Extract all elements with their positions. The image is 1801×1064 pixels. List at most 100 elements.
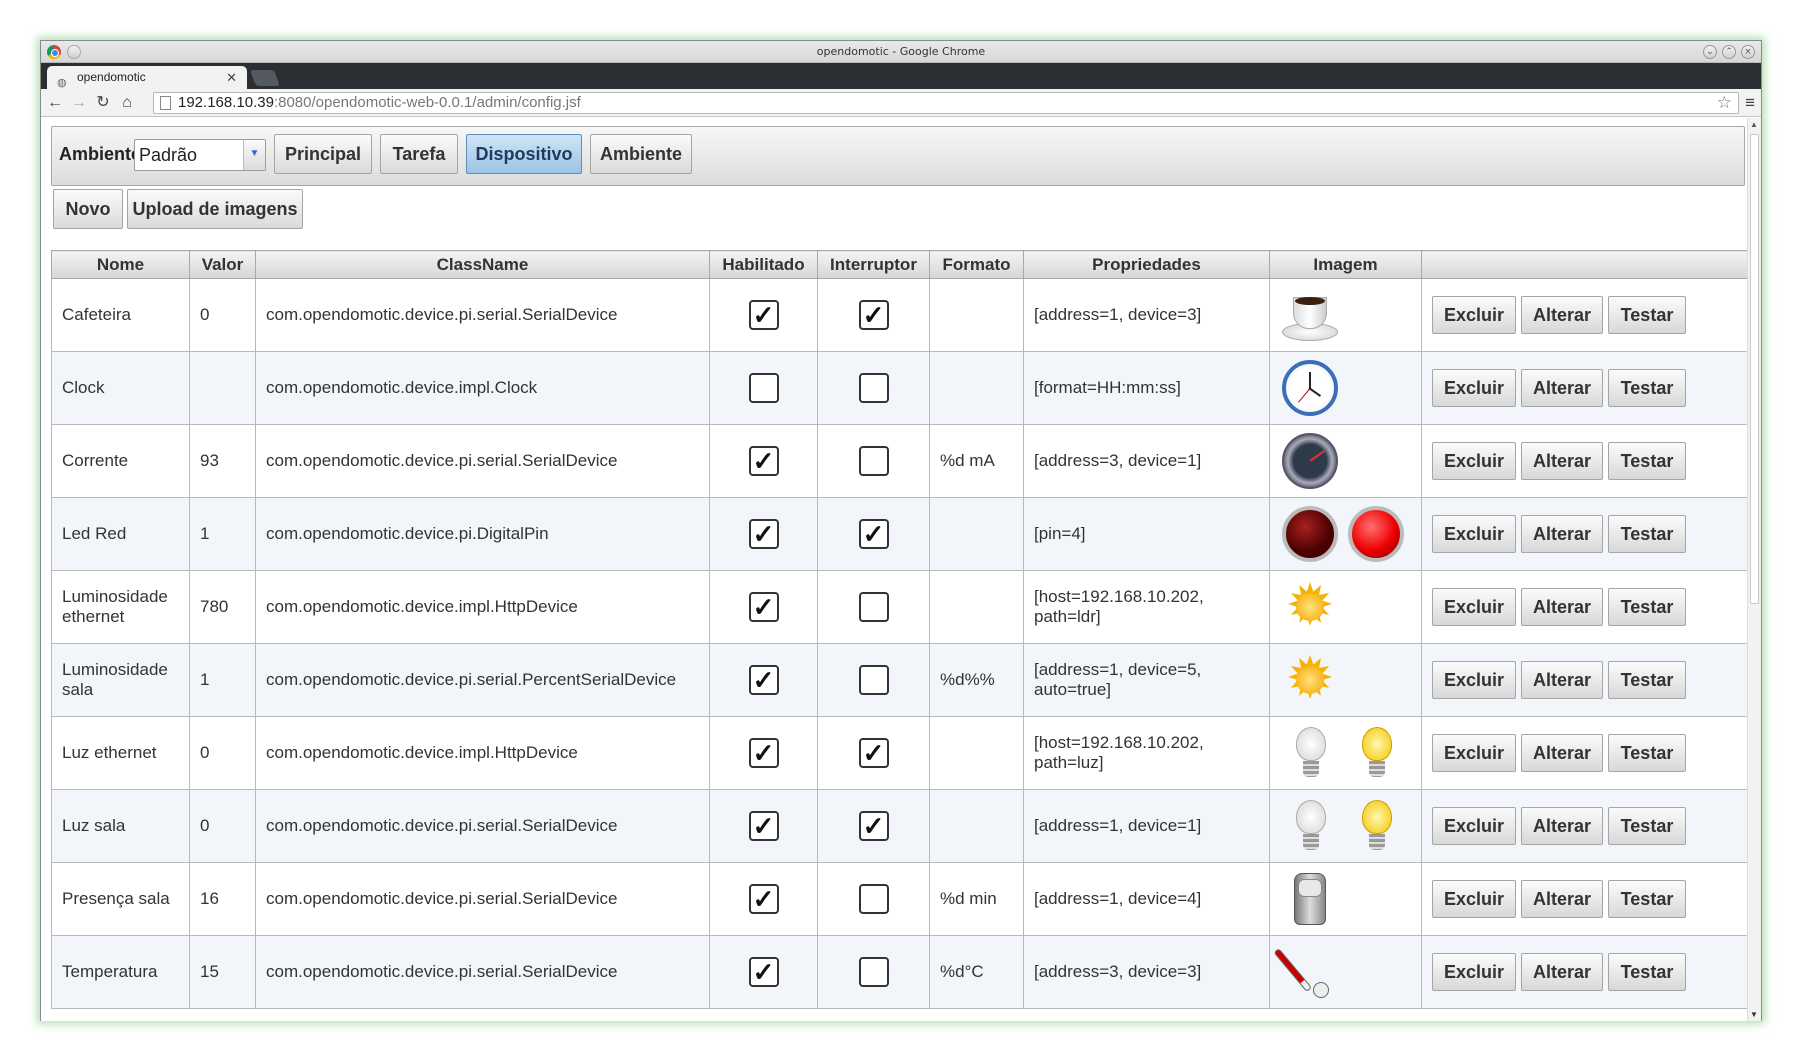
ambiente-button[interactable]: Ambiente xyxy=(590,134,692,174)
address-bar[interactable]: 192.168.10.39:8080/opendomotic-web-0.0.1… xyxy=(153,92,1739,114)
cell-actions: Excluir Alterar Testar xyxy=(1421,424,1749,498)
interruptor-checkbox[interactable]: ✓ xyxy=(858,811,889,841)
testar-button[interactable]: Testar xyxy=(1608,734,1686,772)
interruptor-checkbox[interactable]: ✓ xyxy=(858,300,889,330)
habilitado-checkbox[interactable]: ✓ xyxy=(748,592,779,622)
alterar-button[interactable]: Alterar xyxy=(1521,807,1603,845)
interruptor-checkbox[interactable]: ✓ xyxy=(858,519,889,549)
tarefa-button[interactable]: Tarefa xyxy=(380,134,458,174)
excluir-button[interactable]: Excluir xyxy=(1432,734,1516,772)
alterar-button[interactable]: Alterar xyxy=(1521,953,1603,991)
table-row[interactable]: Luminosidade sala 1 com.opendomotic.device… xyxy=(51,643,1749,717)
table-row[interactable]: Led Red 1 com.opendomotic.device.pi.Digita… xyxy=(51,497,1749,571)
table-row[interactable]: Luminosidade ethernet 780 com.opendomotic.… xyxy=(51,570,1749,644)
habilitado-checkbox[interactable]: ✓ xyxy=(748,446,779,476)
window-menu-icon[interactable] xyxy=(67,45,81,59)
interruptor-checkbox[interactable] xyxy=(858,884,889,914)
alterar-button[interactable]: Alterar xyxy=(1521,588,1603,626)
minimize-icon[interactable]: ⌄ xyxy=(1703,45,1717,59)
alterar-button[interactable]: Alterar xyxy=(1521,515,1603,553)
browser-tab[interactable]: ◍ opendomotic ✕ xyxy=(47,66,247,89)
table-row[interactable]: Luz sala 0 com.opendomotic.device.pi.seria… xyxy=(51,789,1749,863)
cell-interruptor xyxy=(817,570,930,644)
excluir-button[interactable]: Excluir xyxy=(1432,369,1516,407)
excluir-button[interactable]: Excluir xyxy=(1432,661,1516,699)
habilitado-checkbox[interactable]: ✓ xyxy=(748,738,779,768)
habilitado-checkbox[interactable]: ✓ xyxy=(748,519,779,549)
excluir-button[interactable]: Excluir xyxy=(1432,588,1516,626)
alterar-button[interactable]: Alterar xyxy=(1521,369,1603,407)
alterar-button[interactable]: Alterar xyxy=(1521,734,1603,772)
excluir-button[interactable]: Excluir xyxy=(1432,515,1516,553)
url-path: :8080/opendomotic-web-0.0.1/admin/config… xyxy=(273,94,581,111)
cell-interruptor xyxy=(817,424,930,498)
testar-button[interactable]: Testar xyxy=(1608,953,1686,991)
cell-propriedades: [host=192.168.10.202, path=luz] xyxy=(1023,716,1270,790)
forward-icon[interactable]: → xyxy=(69,93,89,113)
table-header-row: Nome Valor ClassName Habilitado Interruptor F… xyxy=(51,250,1749,279)
interruptor-checkbox[interactable] xyxy=(858,665,889,695)
scroll-down-icon[interactable]: ▼ xyxy=(1750,1010,1758,1019)
interruptor-checkbox[interactable] xyxy=(858,446,889,476)
habilitado-checkbox[interactable]: ✓ xyxy=(748,884,779,914)
testar-button[interactable]: Testar xyxy=(1608,515,1686,553)
testar-button[interactable]: Testar xyxy=(1608,661,1686,699)
tab-close-icon[interactable]: ✕ xyxy=(226,66,237,89)
cell-classname: com.opendomotic.device.impl.HttpDevice xyxy=(255,716,710,790)
habilitado-checkbox[interactable]: ✓ xyxy=(748,957,779,987)
novo-button[interactable]: Novo xyxy=(53,189,123,229)
table-row[interactable]: Presença sala 16 com.opendomotic.device.pi… xyxy=(51,862,1749,936)
excluir-button[interactable]: Excluir xyxy=(1432,442,1516,480)
column-header-propriedades: Propriedades xyxy=(1023,250,1270,279)
scroll-up-icon[interactable]: ▲ xyxy=(1750,120,1758,129)
new-tab-button[interactable] xyxy=(250,70,280,86)
table-row[interactable]: Luz ethernet 0 com.opendomotic.device.impl… xyxy=(51,716,1749,790)
cell-valor: 0 xyxy=(189,278,256,352)
alterar-button[interactable]: Alterar xyxy=(1521,661,1603,699)
alterar-button[interactable]: Alterar xyxy=(1521,296,1603,334)
interruptor-checkbox[interactable] xyxy=(858,957,889,987)
interruptor-checkbox[interactable]: ✓ xyxy=(858,738,889,768)
habilitado-checkbox[interactable]: ✓ xyxy=(748,811,779,841)
led-off-icon xyxy=(1280,504,1340,564)
habilitado-checkbox[interactable]: ✓ xyxy=(748,300,779,330)
testar-button[interactable]: Testar xyxy=(1608,807,1686,845)
home-icon[interactable]: ⌂ xyxy=(117,93,137,113)
testar-button[interactable]: Testar xyxy=(1608,369,1686,407)
excluir-button[interactable]: Excluir xyxy=(1432,296,1516,334)
habilitado-checkbox[interactable] xyxy=(748,373,779,403)
cell-propriedades: [pin=4] xyxy=(1023,497,1270,571)
interruptor-checkbox[interactable] xyxy=(858,373,889,403)
back-icon[interactable]: ← xyxy=(45,93,65,113)
testar-button[interactable]: Testar xyxy=(1608,442,1686,480)
table-row[interactable]: Cafeteira 0 com.opendomotic.device.pi.seri… xyxy=(51,278,1749,352)
excluir-button[interactable]: Excluir xyxy=(1432,880,1516,918)
testar-button[interactable]: Testar xyxy=(1608,296,1686,334)
chrome-menu-icon[interactable]: ≡ xyxy=(1745,93,1755,113)
testar-button[interactable]: Testar xyxy=(1608,588,1686,626)
scrollbar-thumb[interactable] xyxy=(1750,134,1759,604)
excluir-button[interactable]: Excluir xyxy=(1432,953,1516,991)
cell-actions: Excluir Alterar Testar xyxy=(1421,789,1749,863)
testar-button[interactable]: Testar xyxy=(1608,880,1686,918)
dropdown-arrow-icon[interactable]: ▼ xyxy=(243,140,265,170)
alterar-button[interactable]: Alterar xyxy=(1521,442,1603,480)
principal-button[interactable]: Principal xyxy=(274,134,372,174)
column-header-habilitado: Habilitado xyxy=(709,250,818,279)
habilitado-checkbox[interactable]: ✓ xyxy=(748,665,779,695)
reload-icon[interactable]: ↻ xyxy=(93,93,113,113)
upload-images-button[interactable]: Upload de imagens xyxy=(127,189,303,229)
table-row[interactable]: Corrente 93 com.opendomotic.device.pi.seri… xyxy=(51,424,1749,498)
vertical-scrollbar[interactable]: ▲ ▼ xyxy=(1747,118,1761,1021)
gauge-icon xyxy=(1280,431,1340,491)
dispositivo-button[interactable]: Dispositivo xyxy=(466,134,582,174)
interruptor-checkbox[interactable] xyxy=(858,592,889,622)
maximize-icon[interactable]: ⌃ xyxy=(1722,45,1736,59)
table-row[interactable]: Temperatura 15 com.opendomotic.device.pi.s… xyxy=(51,935,1749,1009)
alterar-button[interactable]: Alterar xyxy=(1521,880,1603,918)
ambiente-select[interactable]: Padrão ▼ xyxy=(134,139,266,171)
table-row[interactable]: Clock com.opendomotic.device.impl.Clock [f… xyxy=(51,351,1749,425)
close-window-icon[interactable]: × xyxy=(1741,45,1755,59)
excluir-button[interactable]: Excluir xyxy=(1432,807,1516,845)
bookmark-star-icon[interactable]: ☆ xyxy=(1717,93,1732,113)
